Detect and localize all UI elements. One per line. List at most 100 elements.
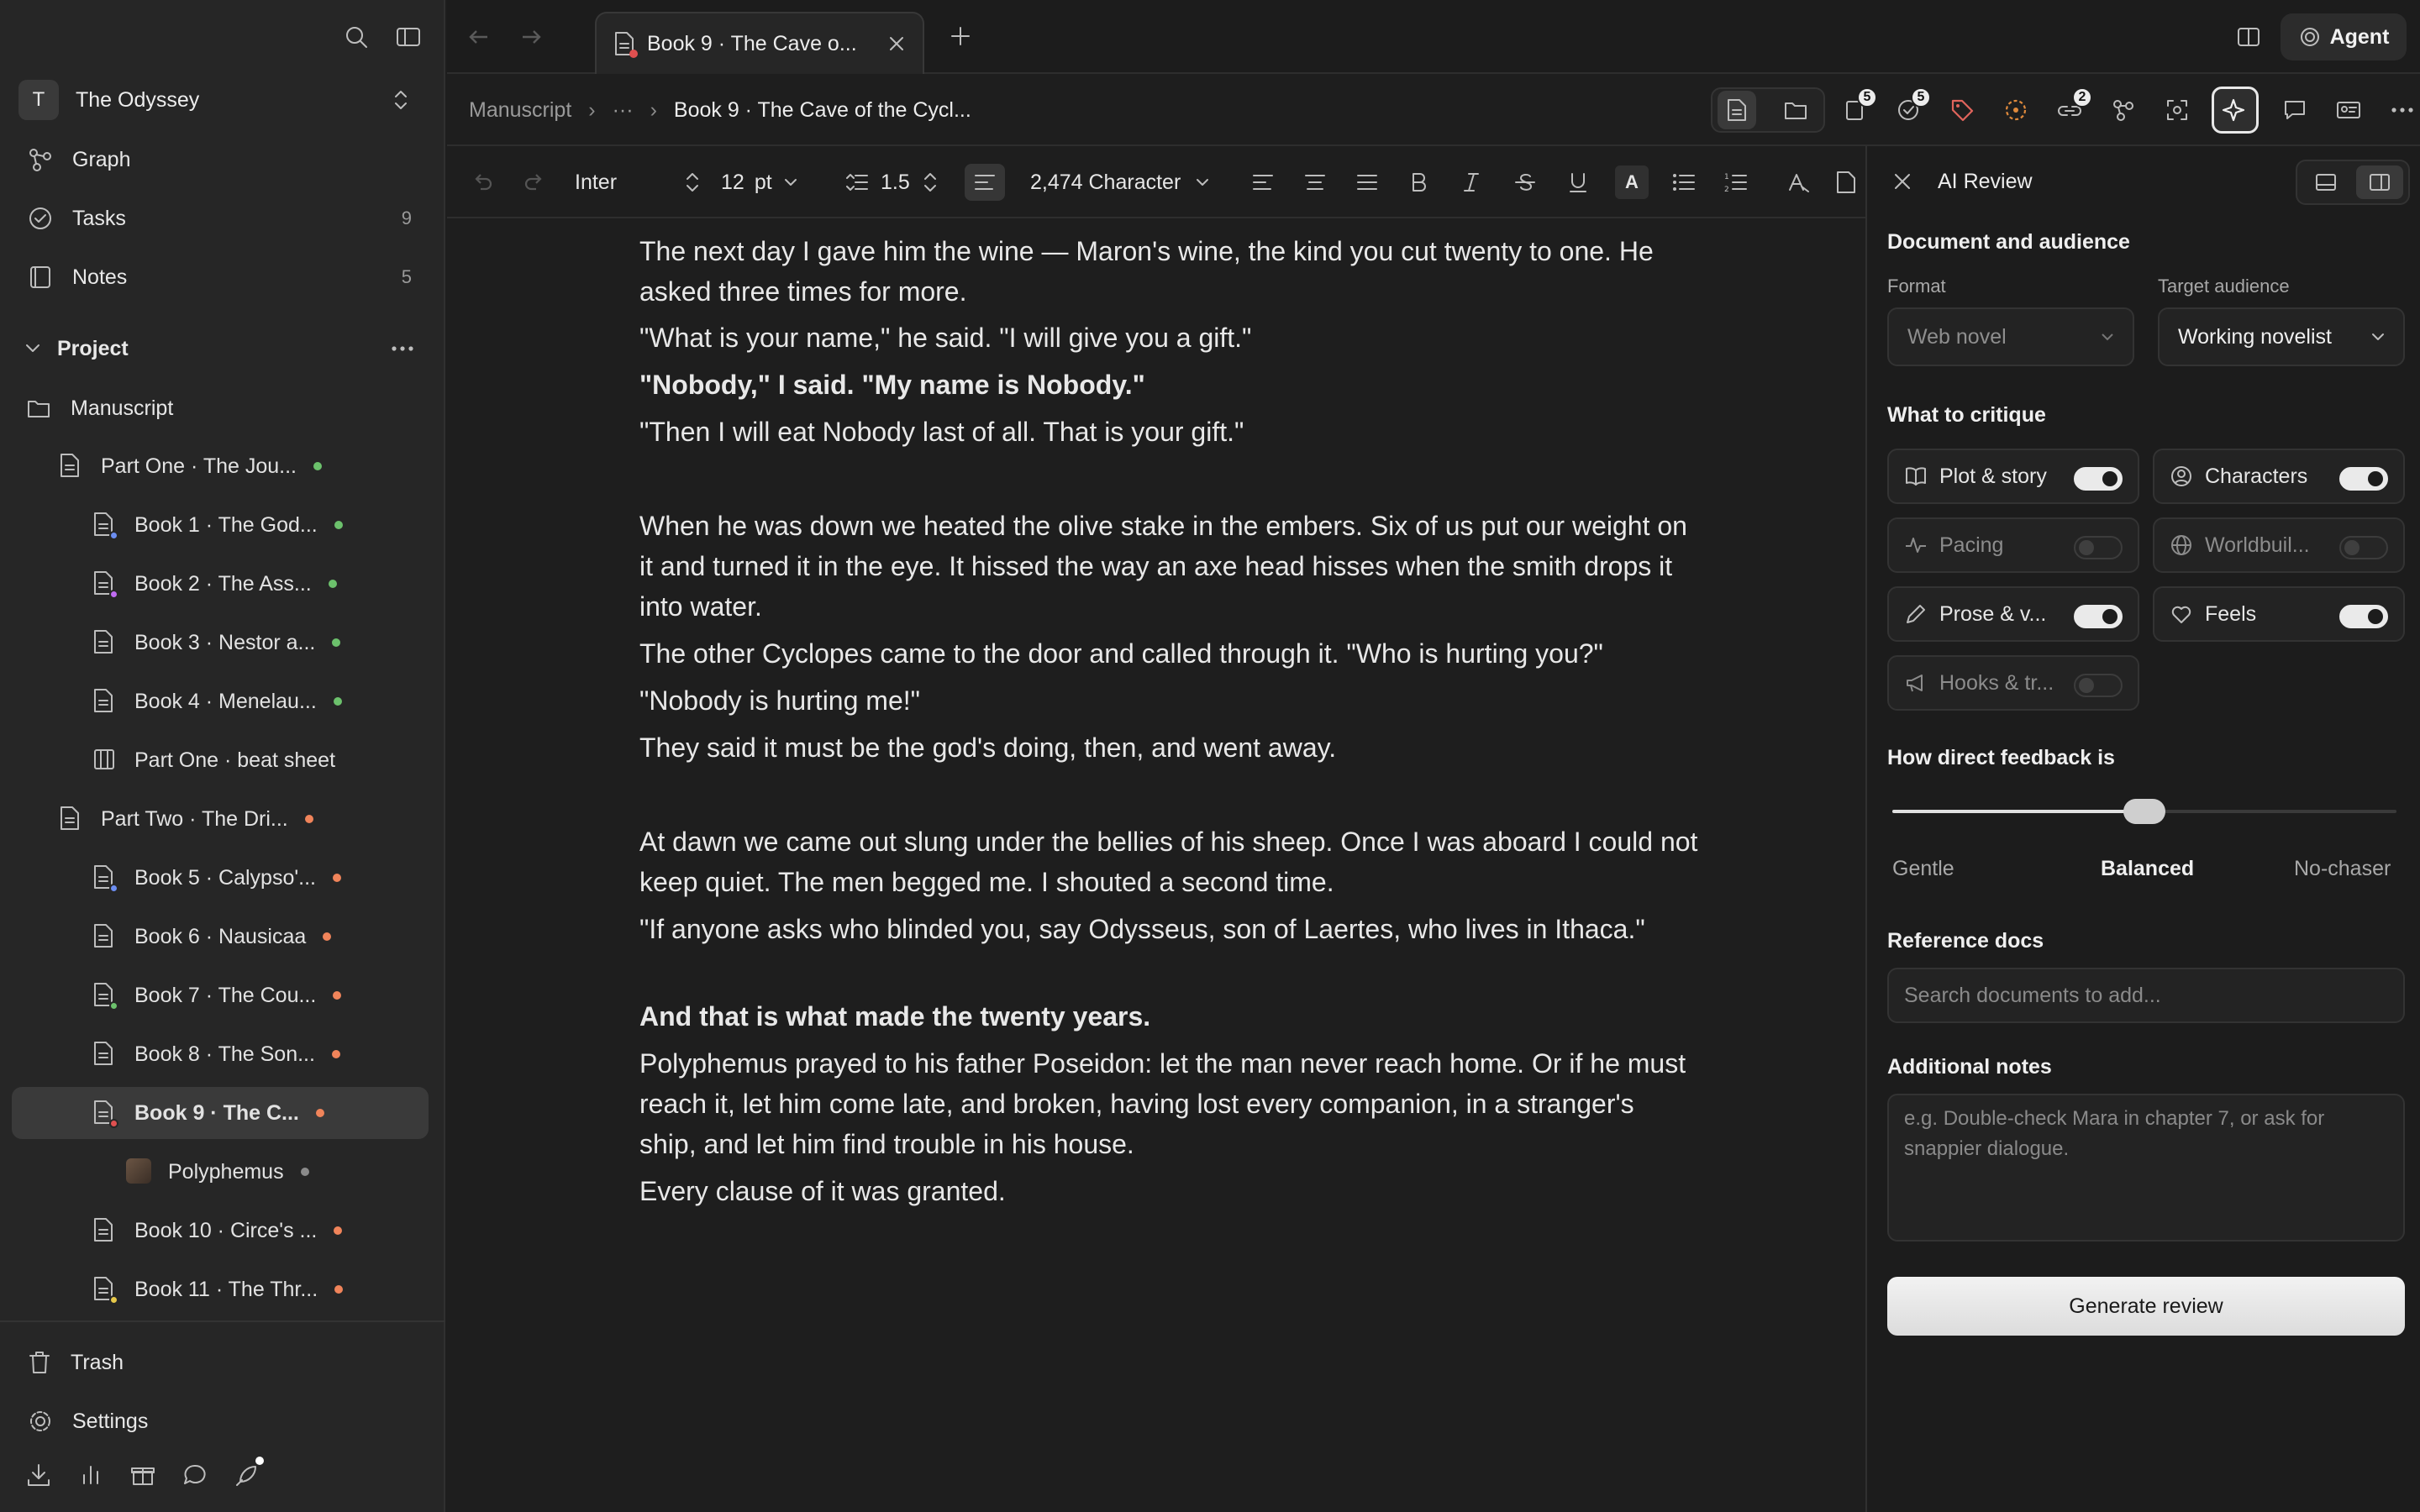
tree-item[interactable]: Part One · beat sheet bbox=[79, 734, 429, 786]
word-count-select[interactable]: 2,474 Character bbox=[1030, 146, 1211, 218]
workspace-switcher[interactable]: T The Odyssey bbox=[12, 74, 430, 126]
side-panel-icon[interactable] bbox=[2356, 165, 2403, 199]
bullet-list-icon[interactable] bbox=[1672, 146, 1696, 218]
tree-item[interactable]: Part Two · The Dri... bbox=[45, 793, 429, 845]
paragraph[interactable]: "Nobody is hurting me!" bbox=[639, 680, 1698, 721]
sidebar-item-settings[interactable]: Settings bbox=[12, 1395, 430, 1447]
paragraph[interactable]: When he was down we heated the olive sta… bbox=[639, 506, 1698, 627]
tree-item[interactable]: Book 7 · The Cou... bbox=[79, 969, 429, 1021]
line-spacing-select[interactable]: 1.5 bbox=[845, 146, 939, 218]
comment-icon[interactable] bbox=[2275, 91, 2314, 129]
agent-button[interactable]: Agent bbox=[2281, 13, 2407, 60]
id-card-icon[interactable] bbox=[2329, 91, 2368, 129]
paragraph[interactable]: Every clause of it was granted. bbox=[639, 1171, 1698, 1211]
font-family-select[interactable]: Inter bbox=[575, 146, 701, 218]
stats-icon[interactable] bbox=[77, 1462, 104, 1488]
toggle-switch[interactable] bbox=[2074, 536, 2123, 559]
undo-icon[interactable] bbox=[471, 146, 494, 218]
paragraph[interactable]: The next day I gave him the wine — Maron… bbox=[639, 231, 1698, 312]
gift-icon[interactable] bbox=[129, 1462, 156, 1488]
rocket-icon[interactable] bbox=[234, 1457, 264, 1488]
format-select[interactable]: Web novel bbox=[1887, 307, 2134, 366]
paragraph[interactable]: They said it must be the god's doing, th… bbox=[639, 727, 1698, 768]
strikethrough-icon[interactable] bbox=[1514, 146, 1536, 218]
sidebar-item-trash[interactable]: Trash bbox=[12, 1336, 430, 1389]
toggle-switch[interactable] bbox=[2339, 536, 2388, 559]
toggle-switch[interactable] bbox=[2339, 467, 2388, 491]
project-section-header[interactable]: Project bbox=[12, 323, 430, 375]
align-center-icon[interactable] bbox=[1304, 146, 1326, 218]
bottom-panel-icon[interactable] bbox=[2302, 165, 2349, 199]
toggle-switch[interactable] bbox=[2074, 467, 2123, 491]
focus-icon[interactable] bbox=[2158, 91, 2196, 129]
text-color-icon[interactable]: A bbox=[1615, 165, 1649, 199]
toggle-switch[interactable] bbox=[2074, 605, 2123, 628]
tag-icon[interactable] bbox=[1943, 91, 1981, 129]
paragraph[interactable]: "Then I will eat Nobody last of all. Tha… bbox=[639, 412, 1698, 452]
breadcrumb-root[interactable]: Manuscript bbox=[469, 98, 571, 123]
more-options-icon[interactable] bbox=[2383, 91, 2420, 129]
paragraph[interactable]: Polyphemus prayed to his father Poseidon… bbox=[639, 1043, 1698, 1164]
tree-item[interactable]: Book 8 · The Son... bbox=[79, 1028, 429, 1080]
tree-item[interactable]: Part One · The Jou... bbox=[45, 440, 429, 492]
directness-slider[interactable] bbox=[1892, 799, 2396, 824]
tree-item[interactable]: Book 1 · The God... bbox=[79, 499, 429, 551]
toggle-switch[interactable] bbox=[2339, 605, 2388, 628]
back-arrow-icon[interactable] bbox=[466, 24, 492, 50]
bold-icon[interactable] bbox=[1410, 146, 1428, 218]
italic-icon[interactable] bbox=[1462, 146, 1481, 218]
folder-view-icon[interactable] bbox=[1776, 91, 1815, 129]
document-icon[interactable] bbox=[1835, 146, 1862, 218]
critique-pacing[interactable]: Pacing bbox=[1887, 517, 2139, 573]
toggle-switch[interactable] bbox=[2074, 674, 2123, 697]
forward-arrow-icon[interactable] bbox=[518, 24, 544, 50]
critique-characters[interactable]: Characters bbox=[2153, 449, 2405, 504]
critique-prose[interactable]: Prose & v... bbox=[1887, 586, 2139, 642]
tree-item[interactable]: Book 10 · Circe's ... bbox=[79, 1205, 429, 1257]
redo-icon[interactable] bbox=[523, 146, 546, 218]
slider-knob[interactable] bbox=[2123, 799, 2165, 824]
tree-item[interactable]: Book 5 · Calypso'... bbox=[79, 852, 429, 904]
toggle-sidebar-icon[interactable] bbox=[395, 24, 422, 50]
more-icon[interactable] bbox=[390, 344, 415, 353]
tree-item[interactable]: Book 6 · Nausicaa bbox=[79, 911, 429, 963]
tab-book-9[interactable]: Book 9 · The Cave o... bbox=[595, 12, 924, 74]
underline-icon[interactable] bbox=[1568, 146, 1588, 218]
tree-item[interactable]: Book 3 · Nestor a... bbox=[79, 617, 429, 669]
critique-worldbuilding[interactable]: Worldbuil... bbox=[2153, 517, 2405, 573]
sidebar-item-manuscript[interactable]: Manuscript bbox=[12, 382, 430, 434]
align-justify-icon[interactable] bbox=[1356, 146, 1378, 218]
download-icon[interactable] bbox=[25, 1462, 52, 1488]
align-left-icon[interactable] bbox=[1252, 146, 1274, 218]
tree-item[interactable]: Book 11 · The Thr... bbox=[79, 1263, 429, 1315]
sidebar-item-notes[interactable]: Notes 5 bbox=[12, 251, 430, 303]
split-view-icon[interactable] bbox=[2235, 24, 2262, 50]
ai-review-icon[interactable] bbox=[2212, 87, 2259, 134]
close-tab-icon[interactable] bbox=[887, 34, 906, 53]
audience-select[interactable]: Working novelist bbox=[2158, 307, 2405, 366]
generate-review-button[interactable]: Generate review bbox=[1887, 1277, 2405, 1336]
status-icon[interactable] bbox=[1996, 91, 2035, 129]
numbered-list-icon[interactable]: 12 bbox=[1724, 146, 1748, 218]
paragraph[interactable]: "If anyone asks who blinded you, say Ody… bbox=[639, 909, 1698, 949]
font-size-select[interactable]: 12 pt bbox=[721, 146, 799, 218]
new-tab-icon[interactable] bbox=[948, 24, 973, 49]
tree-item[interactable]: Book 4 · Menelau... bbox=[79, 675, 429, 727]
paragraph[interactable]: At dawn we came out slung under the bell… bbox=[639, 822, 1698, 902]
paragraph[interactable]: And that is what made the twenty years. bbox=[639, 996, 1698, 1037]
critique-plot[interactable]: Plot & story bbox=[1887, 449, 2139, 504]
paragraph[interactable]: "Nobody," I said. "My name is Nobody." bbox=[639, 365, 1698, 405]
link-icon[interactable]: 2 bbox=[2050, 87, 2092, 129]
additional-notes-field[interactable] bbox=[1887, 1094, 2405, 1242]
paragraph[interactable]: The other Cyclopes came to the door and … bbox=[639, 633, 1698, 674]
tree-item[interactable]: Book 9 · The C... bbox=[12, 1087, 429, 1139]
tree-item[interactable]: Book 2 · The Ass... bbox=[79, 558, 429, 610]
align-left-icon[interactable] bbox=[965, 164, 1005, 201]
sidebar-item-tasks[interactable]: Tasks 9 bbox=[12, 192, 430, 244]
search-icon[interactable] bbox=[343, 24, 370, 50]
clear-format-icon[interactable] bbox=[1786, 146, 1810, 218]
close-icon[interactable] bbox=[1892, 171, 1912, 192]
document-view-icon[interactable] bbox=[1718, 91, 1756, 129]
reference-search-input[interactable] bbox=[1887, 968, 2405, 1023]
sidebar-item-graph[interactable]: Graph bbox=[12, 134, 430, 186]
